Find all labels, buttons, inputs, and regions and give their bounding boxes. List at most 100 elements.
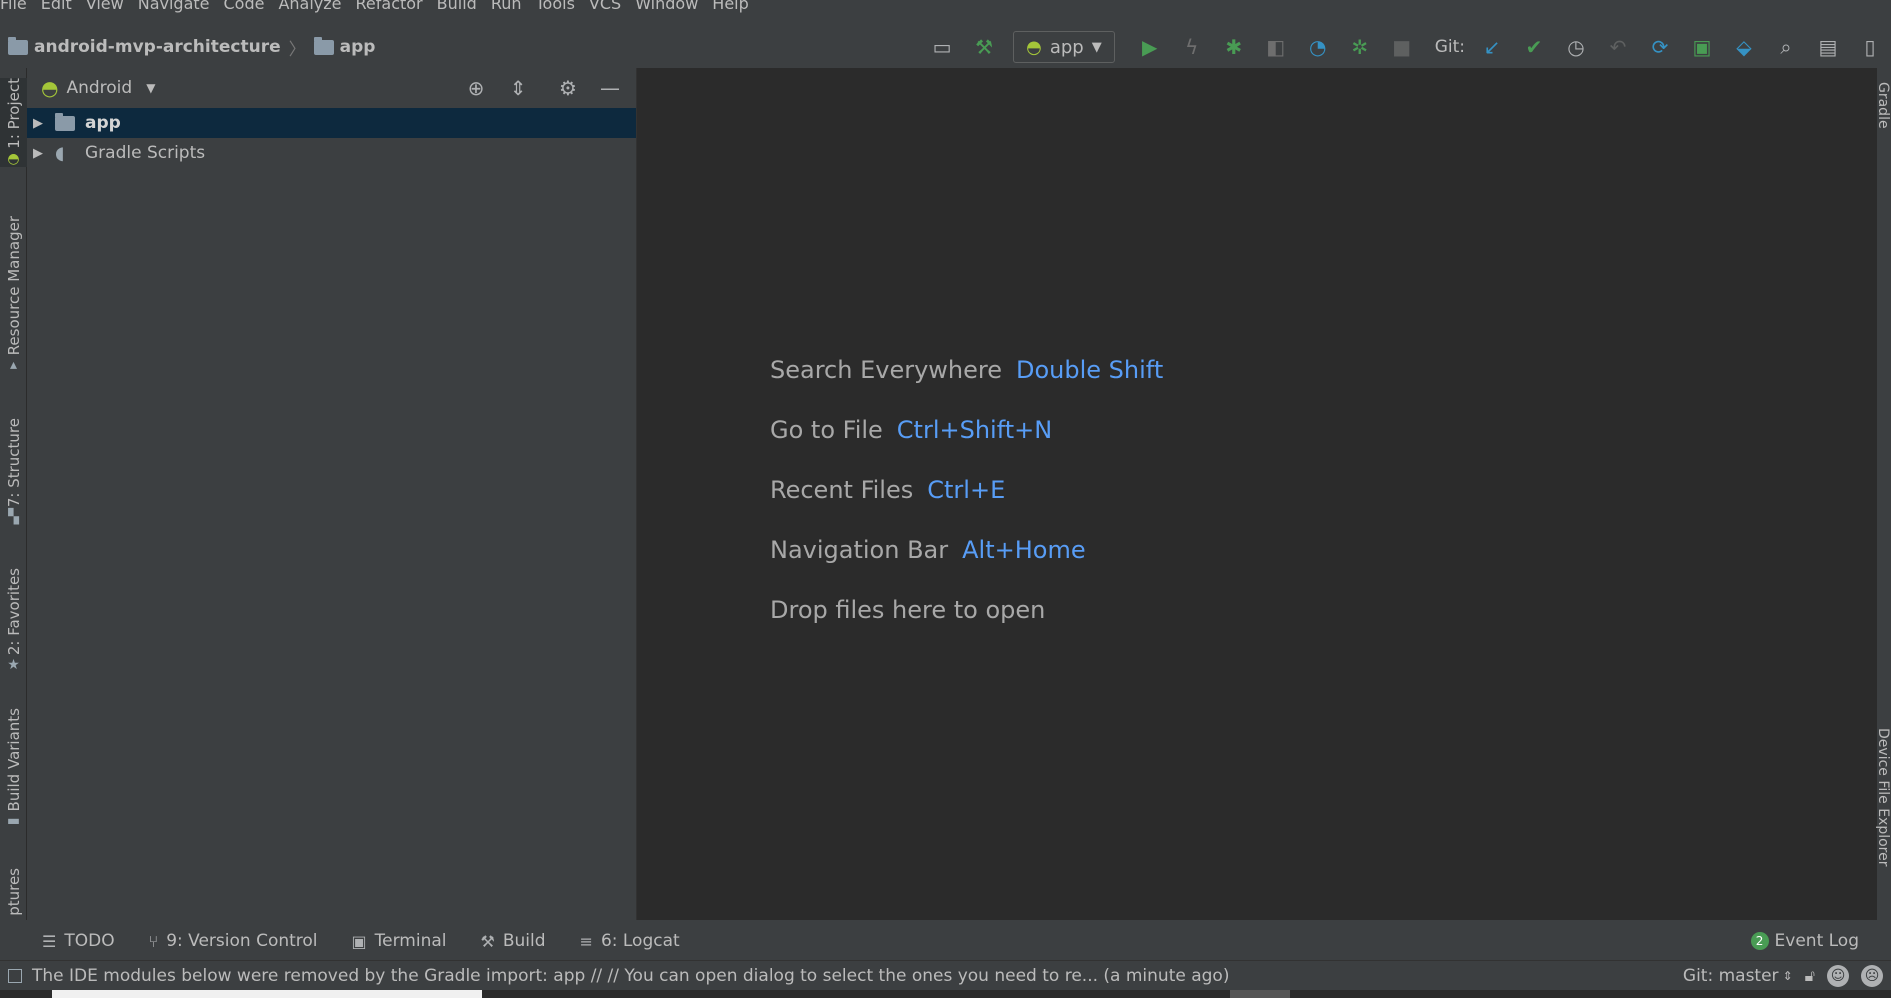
menu-edit[interactable]: Edit [35, 0, 80, 12]
project-view-selector[interactable]: Android [66, 78, 132, 98]
tool-tab-build-label: Build [502, 931, 546, 951]
tool-tab-event-log[interactable]: 2 Event Log [1750, 925, 1859, 957]
menu-help[interactable]: Help [706, 0, 756, 12]
menu-view[interactable]: View [80, 0, 132, 12]
lock-icon[interactable]: 🔓︎ [1805, 966, 1815, 986]
status-message[interactable]: The IDE modules below were removed by th… [32, 966, 1229, 986]
sdk-manager-icon[interactable]: ⬙ [1729, 32, 1759, 62]
git-label: Git: [1434, 37, 1465, 57]
hint-action: Recent Files [770, 476, 914, 504]
toggle-tool-windows-icon[interactable] [8, 968, 22, 983]
tree-item-gradle-scripts[interactable]: ▶ ◖ Gradle Scripts [27, 138, 636, 168]
event-count-badge: 2 [1750, 932, 1769, 950]
tool-tab-project[interactable]: 1: Project ◓ [0, 78, 27, 167]
tool-tab-resource-manager[interactable]: Resource Manager ▴ [0, 216, 27, 373]
tool-tab-project-label: 1: Project [4, 78, 23, 149]
locate-target-icon[interactable]: ⊕ [460, 72, 492, 104]
tool-tab-structure-label: 7: Structure [4, 418, 23, 508]
tree-item-app[interactable]: ▶ app [27, 108, 636, 138]
run-configuration-label: app [1049, 36, 1084, 58]
menu-navigate[interactable]: Navigate [132, 0, 218, 12]
git-update-icon[interactable]: ↙ [1477, 32, 1507, 62]
git-commit-icon[interactable]: ✔ [1519, 32, 1549, 62]
git-rollback-icon[interactable]: ↶ [1603, 32, 1633, 62]
project-structure-icon[interactable]: ▤ [1813, 32, 1843, 62]
tool-tab-todo[interactable]: ☰ TODO [42, 931, 115, 951]
tool-tab-todo-label: TODO [64, 931, 115, 951]
hint-action: Drop files here to open [770, 596, 1046, 624]
chevron-down-icon[interactable]: ▼ [146, 81, 155, 95]
breadcrumb-project[interactable]: android-mvp-architecture [8, 36, 281, 57]
tool-tab-logcat[interactable]: ≡ 6: Logcat [580, 931, 680, 951]
tool-tab-favorites-label: 2: Favorites [4, 568, 23, 656]
expand-arrow-icon[interactable]: ▶ [33, 116, 55, 131]
profile-icon[interactable]: ◔ [1303, 32, 1333, 62]
tool-tab-terminal-label: Terminal [374, 931, 447, 951]
project-folder-icon [8, 36, 28, 55]
hint-shortcut: Double Shift [1016, 356, 1164, 384]
hide-panel-icon[interactable]: — [594, 72, 626, 104]
tool-tab-captures[interactable]: ptures [0, 868, 27, 916]
user-icon[interactable]: ▯ [1855, 32, 1885, 62]
menu-tools[interactable]: Tools [530, 0, 583, 12]
menu-vcs[interactable]: VCS [583, 0, 629, 12]
menu-refactor[interactable]: Refactor [350, 0, 431, 12]
breadcrumb-module-label: app [339, 37, 376, 57]
android-icon: ◓ [7, 150, 20, 167]
attach-debugger-icon[interactable]: ✲ [1345, 32, 1375, 62]
menu-build[interactable]: Build [431, 0, 485, 12]
menu-analyze[interactable]: Analyze [272, 0, 349, 12]
android-icon: ◓ [41, 76, 59, 100]
search-icon[interactable]: ⌕ [1771, 32, 1801, 62]
tool-tab-favorites[interactable]: 2: Favorites ★ [0, 568, 27, 673]
tool-tab-version-control[interactable]: ⑂ 9: Version Control [149, 931, 318, 951]
project-panel: ◓ Android ▼ ⊕ ⇕ ⚙ — ▶ app ▶ ◖ Gradle Scr… [27, 68, 637, 920]
logcat-icon: ≡ [579, 931, 593, 951]
tool-tab-gradle[interactable]: Gradle [1875, 82, 1891, 129]
tool-tab-build[interactable]: ⚒ Build [481, 931, 546, 951]
tree-item-label: Gradle Scripts [85, 143, 206, 163]
make-project-hammer-icon[interactable]: ⚒ [969, 32, 999, 62]
apply-changes-icon[interactable]: ϟ [1177, 32, 1207, 62]
run-icon[interactable]: ▶ [1135, 32, 1165, 62]
module-folder-icon [313, 36, 334, 55]
stop-icon[interactable]: ■ [1387, 32, 1417, 62]
collapse-all-icon[interactable]: ⇕ [502, 72, 534, 104]
menu-bar: File Edit View Navigate Code Analyze Ref… [0, 0, 1891, 18]
sad-face-icon[interactable]: ☹ [1861, 965, 1883, 987]
right-tool-strip: Gradle Device File Explorer [1875, 68, 1891, 920]
breadcrumb-module[interactable]: app [313, 36, 376, 57]
avd-manager-icon[interactable]: ▣ [1687, 32, 1717, 62]
hint-shortcut: Ctrl+E [927, 476, 1006, 504]
tool-tab-device-file-explorer[interactable]: Device File Explorer [1875, 728, 1891, 867]
hint-action: Navigation Bar [770, 536, 949, 564]
debug-icon[interactable]: ✱ [1219, 32, 1249, 62]
git-history-icon[interactable]: ◷ [1561, 32, 1591, 62]
gradle-elephant-icon: ◖ [55, 142, 65, 164]
happy-face-icon[interactable]: ☺ [1827, 965, 1849, 987]
menu-window[interactable]: Window [629, 0, 706, 12]
branch-icon: ⑂ [148, 931, 159, 951]
hammer-icon: ⚒ [480, 931, 495, 951]
menu-file[interactable]: File [0, 0, 35, 12]
tool-tab-version-control-label: 9: Version Control [166, 931, 318, 951]
window-icon[interactable]: ▭ [927, 32, 957, 62]
expand-arrow-icon[interactable]: ▶ [33, 146, 55, 161]
menu-run[interactable]: Run [485, 0, 530, 12]
chevron-down-icon: ▼ [1091, 39, 1102, 55]
menu-code[interactable]: Code [218, 0, 273, 12]
coverage-icon[interactable]: ◧ [1261, 32, 1291, 62]
taskbar-item [52, 990, 482, 998]
gradle-sync-icon[interactable]: ⟳ [1645, 32, 1675, 62]
git-branch-widget[interactable]: Git: master [1683, 966, 1779, 986]
structure-icon: ▚ [8, 509, 19, 526]
tool-tab-terminal[interactable]: ▣ Terminal [352, 931, 447, 951]
left-tool-strip: 1: Project ◓ Resource Manager ▴ 7: Struc… [0, 68, 27, 920]
editor-empty-area[interactable]: Search Everywhere Double Shift Go to Fil… [637, 68, 1877, 920]
navigation-bar: android-mvp-architecture 〉 app ▭ ⚒ ◓ app… [0, 26, 1891, 68]
run-configuration-dropdown[interactable]: ◓ app ▼ [1013, 31, 1115, 63]
gear-icon[interactable]: ⚙ [552, 72, 584, 104]
tool-tab-build-variants[interactable]: Build Variants ▬ [0, 708, 27, 829]
hint-shortcut: Ctrl+Shift+N [896, 416, 1053, 444]
tool-tab-structure[interactable]: 7: Structure ▚ [0, 418, 27, 525]
